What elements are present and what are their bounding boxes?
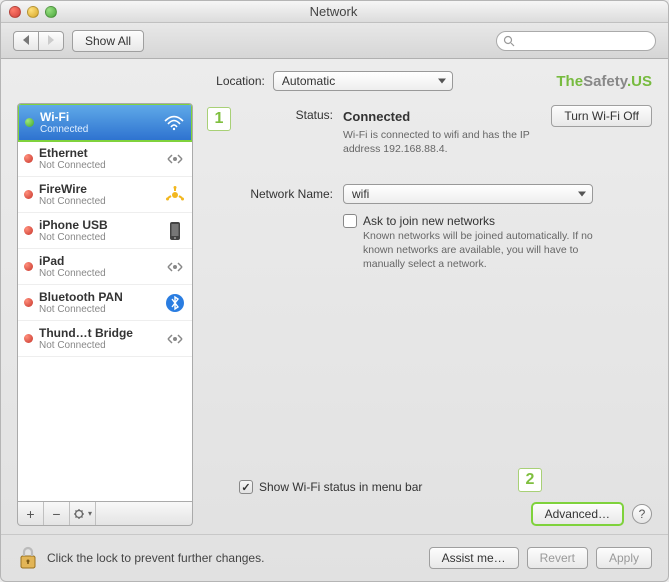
status-dot-icon bbox=[25, 118, 34, 127]
gear-icon bbox=[73, 507, 87, 521]
service-name: iPad bbox=[39, 254, 158, 268]
service-sub: Not Connected bbox=[39, 340, 158, 351]
status-dot-icon bbox=[24, 226, 33, 235]
status-dot-icon bbox=[24, 262, 33, 271]
lock-text: Click the lock to prevent further change… bbox=[47, 551, 421, 565]
zoom-icon[interactable] bbox=[45, 6, 57, 18]
iphone-icon bbox=[164, 220, 186, 242]
sidebar-footer: + − ▾ bbox=[17, 502, 193, 526]
service-sub: Not Connected bbox=[39, 268, 158, 279]
ask-to-join-description: Known networks will be joined automatica… bbox=[363, 230, 613, 271]
service-actions-button[interactable]: ▾ bbox=[70, 502, 96, 525]
network-name-select[interactable]: wifi bbox=[343, 184, 593, 204]
assist-me-button[interactable]: Assist me… bbox=[429, 547, 519, 569]
wifi-icon bbox=[163, 112, 185, 134]
ethernet-icon bbox=[164, 148, 186, 170]
status-value: Connected bbox=[343, 109, 410, 124]
lock-icon bbox=[18, 546, 38, 570]
minimize-icon[interactable] bbox=[27, 6, 39, 18]
toolbar: Show All bbox=[1, 23, 668, 59]
service-sub: Connected bbox=[40, 124, 157, 135]
service-item-iphone[interactable]: iPhone USB Not Connected bbox=[18, 213, 192, 249]
service-item-thunderbolt[interactable]: Thund…t Bridge Not Connected bbox=[18, 321, 192, 357]
brand-watermark: TheSafety.US bbox=[556, 73, 652, 90]
location-select[interactable]: Automatic bbox=[273, 71, 453, 91]
service-item-ethernet[interactable]: Ethernet Not Connected bbox=[18, 141, 192, 177]
close-icon[interactable] bbox=[9, 6, 21, 18]
service-sub: Not Connected bbox=[39, 232, 158, 243]
remove-service-button[interactable]: − bbox=[44, 502, 70, 525]
callout-2: 2 bbox=[518, 468, 542, 492]
back-button[interactable] bbox=[13, 31, 39, 51]
service-sub: Not Connected bbox=[39, 160, 158, 171]
service-list: Wi-Fi Connected Ethernet Not Connected bbox=[17, 103, 193, 502]
location-label: Location: bbox=[216, 74, 265, 88]
window-title: Network bbox=[57, 4, 610, 19]
service-name: Thund…t Bridge bbox=[39, 326, 158, 340]
network-name-label: Network Name: bbox=[207, 184, 343, 201]
status-description: Wi-Fi is connected to wifi and has the I… bbox=[343, 129, 563, 156]
service-name: iPhone USB bbox=[39, 218, 158, 232]
service-name: FireWire bbox=[39, 182, 158, 196]
advanced-button[interactable]: Advanced… bbox=[531, 502, 624, 526]
nav-buttons bbox=[13, 31, 64, 51]
search-input[interactable] bbox=[496, 31, 656, 51]
show-status-checkbox[interactable] bbox=[239, 480, 253, 494]
ask-to-join-checkbox[interactable] bbox=[343, 214, 357, 228]
forward-button[interactable] bbox=[39, 31, 64, 51]
search-icon bbox=[503, 35, 515, 47]
lock-button[interactable] bbox=[17, 545, 39, 571]
status-dot-icon bbox=[24, 334, 33, 343]
service-sub: Not Connected bbox=[39, 304, 158, 315]
service-item-ipad[interactable]: iPad Not Connected bbox=[18, 249, 192, 285]
status-dot-icon bbox=[24, 154, 33, 163]
firewire-icon bbox=[164, 184, 186, 206]
revert-button[interactable]: Revert bbox=[527, 547, 588, 569]
service-name: Wi-Fi bbox=[40, 110, 157, 124]
titlebar: Network bbox=[1, 1, 668, 23]
show-status-label: Show Wi-Fi status in menu bar bbox=[259, 480, 422, 494]
add-service-button[interactable]: + bbox=[18, 502, 44, 525]
show-all-button[interactable]: Show All bbox=[72, 30, 144, 52]
service-item-bluetooth[interactable]: Bluetooth PAN Not Connected bbox=[18, 285, 192, 321]
callout-1: 1 bbox=[207, 107, 231, 131]
bluetooth-icon bbox=[164, 292, 186, 314]
service-item-wifi[interactable]: Wi-Fi Connected bbox=[17, 103, 193, 142]
service-name: Ethernet bbox=[39, 146, 158, 160]
status-dot-icon bbox=[24, 190, 33, 199]
service-sub: Not Connected bbox=[39, 196, 158, 207]
service-name: Bluetooth PAN bbox=[39, 290, 158, 304]
apply-button[interactable]: Apply bbox=[596, 547, 652, 569]
ask-to-join-label: Ask to join new networks bbox=[363, 214, 495, 228]
help-button[interactable]: ? bbox=[632, 504, 652, 524]
service-item-firewire[interactable]: FireWire Not Connected bbox=[18, 177, 192, 213]
ethernet-icon bbox=[164, 256, 186, 278]
turn-wifi-off-button[interactable]: Turn Wi-Fi Off bbox=[551, 105, 652, 127]
status-dot-icon bbox=[24, 298, 33, 307]
ethernet-icon bbox=[164, 328, 186, 350]
